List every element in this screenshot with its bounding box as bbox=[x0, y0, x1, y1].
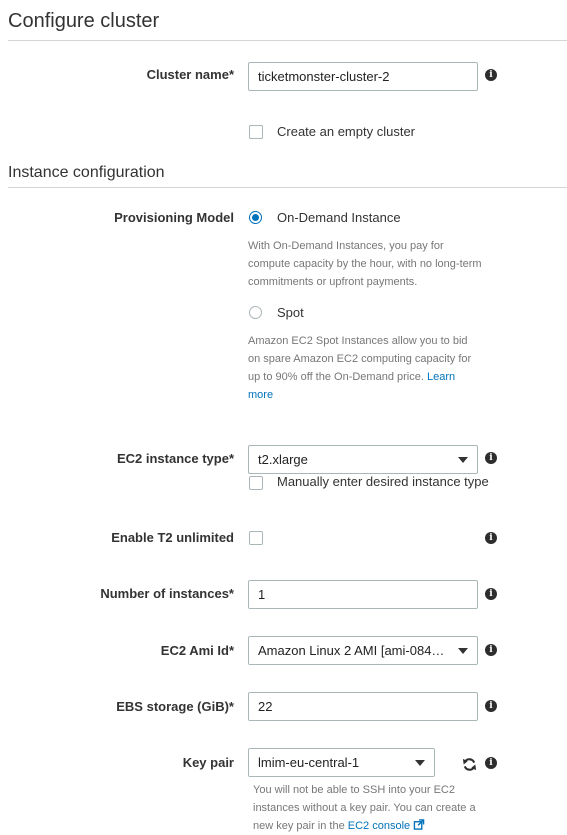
cluster-name-label: Cluster name* bbox=[146, 67, 234, 82]
info-icon[interactable]: i bbox=[485, 588, 497, 600]
chevron-down-icon bbox=[458, 648, 468, 654]
key-pair-label: Key pair bbox=[182, 755, 234, 770]
manual-instance-type-label: Manually enter desired instance type bbox=[277, 474, 489, 489]
learn-more-link[interactable]: Learn bbox=[427, 371, 455, 383]
t2-unlimited-label: Enable T2 unlimited bbox=[111, 530, 234, 545]
chevron-down-icon bbox=[458, 457, 468, 463]
info-icon[interactable]: i bbox=[485, 644, 497, 656]
ami-id-label: EC2 Ami Id* bbox=[160, 643, 234, 658]
ami-id-select[interactable]: Amazon Linux 2 AMI [ami-084a... bbox=[248, 636, 478, 665]
provisioning-model-label: Provisioning Model bbox=[114, 210, 234, 225]
ebs-storage-input[interactable]: 22 bbox=[248, 692, 478, 721]
instance-config-divider bbox=[8, 187, 567, 188]
instance-type-label: EC2 instance type* bbox=[116, 451, 234, 466]
instance-type-select[interactable]: t2.xlarge bbox=[248, 445, 478, 474]
instance-config-title: Instance configuration bbox=[8, 164, 165, 181]
title-divider bbox=[8, 40, 567, 41]
info-icon[interactable]: i bbox=[485, 700, 497, 712]
spot-label: Spot bbox=[277, 305, 304, 320]
info-icon[interactable]: i bbox=[485, 69, 497, 81]
ec2-console-link[interactable]: EC2 console bbox=[348, 820, 410, 832]
ebs-storage-label: EBS storage (GiB)* bbox=[116, 699, 234, 714]
num-instances-label: Number of instances* bbox=[100, 586, 234, 601]
learn-more-link-cont[interactable]: more bbox=[248, 386, 488, 404]
on-demand-label: On-Demand Instance bbox=[277, 210, 401, 225]
refresh-icon[interactable] bbox=[462, 757, 477, 772]
on-demand-help: With On-Demand Instances, you pay for co… bbox=[248, 240, 482, 288]
empty-cluster-label: Create an empty cluster bbox=[277, 124, 416, 139]
t2-unlimited-checkbox[interactable] bbox=[249, 531, 263, 545]
key-pair-help: You will not be able to SSH into your EC… bbox=[253, 784, 476, 832]
spot-radio[interactable] bbox=[249, 306, 262, 319]
info-icon[interactable]: i bbox=[485, 757, 497, 769]
info-icon[interactable]: i bbox=[485, 452, 497, 464]
num-instances-input[interactable]: 1 bbox=[248, 580, 478, 609]
spot-help: Amazon EC2 Spot Instances allow you to b… bbox=[248, 332, 488, 404]
cluster-name-input[interactable]: ticketmonster-cluster-2 bbox=[248, 62, 478, 91]
chevron-down-icon bbox=[415, 760, 425, 766]
on-demand-radio[interactable] bbox=[249, 211, 262, 224]
info-icon[interactable]: i bbox=[485, 532, 497, 544]
empty-cluster-checkbox[interactable] bbox=[249, 125, 263, 139]
key-pair-select[interactable]: lmim-eu-central-1 bbox=[248, 748, 435, 777]
manual-instance-type-checkbox[interactable] bbox=[249, 476, 263, 490]
page-title: Configure cluster bbox=[8, 10, 160, 32]
external-link-icon bbox=[413, 819, 425, 830]
